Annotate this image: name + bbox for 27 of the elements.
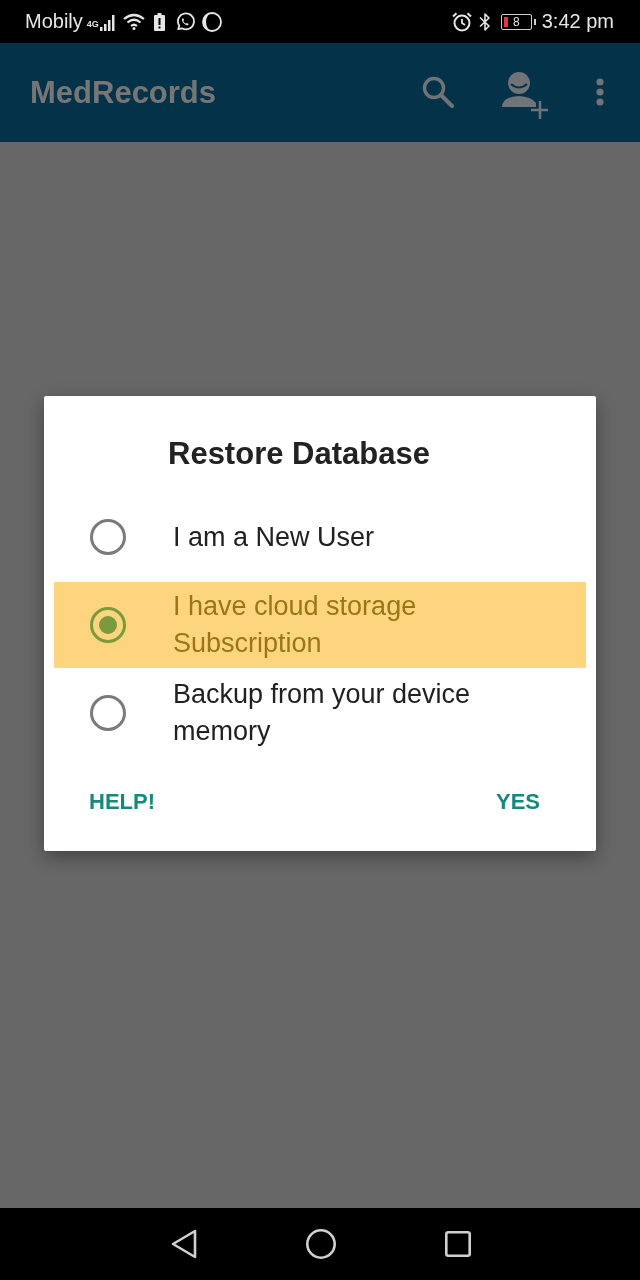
radio-icon — [90, 695, 126, 731]
bluetooth-icon — [478, 11, 491, 32]
dialog-button[interactable]: YES — [487, 778, 548, 826]
carrier-name: Mobily — [25, 10, 83, 33]
radio-option[interactable]: I am a New User — [54, 494, 586, 580]
radio-selected-icon — [90, 607, 126, 643]
radio-option[interactable]: Backup from your device memory — [54, 670, 586, 756]
recent-apps-icon[interactable] — [445, 1231, 471, 1257]
network-type: 4G — [86, 19, 99, 29]
wifi-icon — [122, 13, 145, 30]
battery-alert-icon — [153, 12, 165, 31]
alarm-clock-icon — [451, 11, 472, 32]
radio-icon — [90, 519, 126, 555]
battery-percent: 8 — [512, 15, 520, 28]
dialog-title: Restore Database — [167, 436, 431, 472]
chat-phone-icon — [174, 11, 195, 32]
back-icon[interactable] — [171, 1229, 197, 1259]
more-options-icon[interactable] — [596, 77, 604, 106]
person-add-icon[interactable] — [500, 70, 548, 119]
clock-time: 3:42 pm — [541, 10, 614, 33]
home-icon[interactable] — [306, 1229, 336, 1259]
signal-icon — [99, 14, 116, 31]
dialog-button[interactable]: HELP! — [81, 778, 163, 826]
radio-option[interactable]: I have cloud storage Subscription — [54, 582, 586, 668]
app-title: MedRecords — [30, 74, 217, 111]
search-icon[interactable] — [422, 75, 454, 108]
half-moon-icon — [201, 11, 222, 32]
